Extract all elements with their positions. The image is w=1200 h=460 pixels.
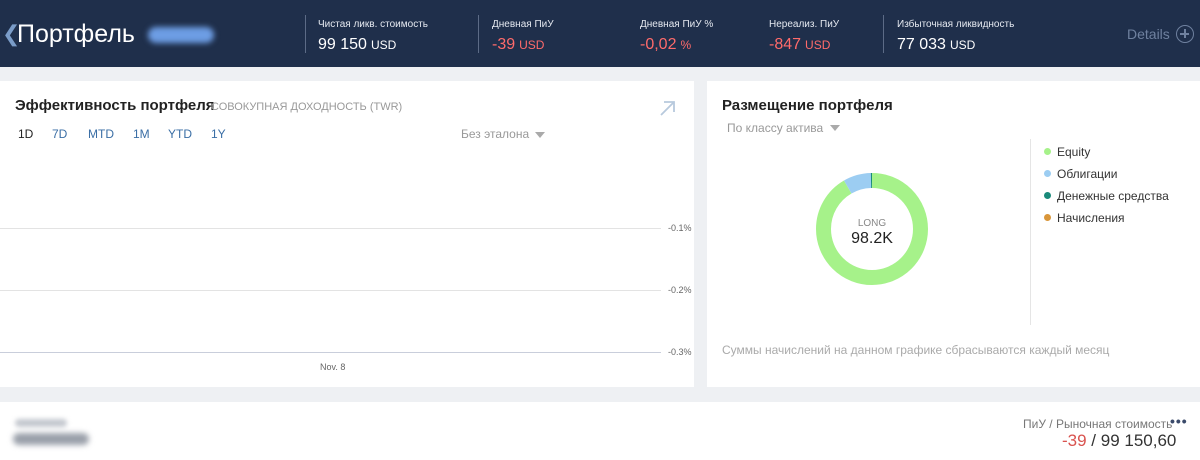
page-title: Портфель xyxy=(17,20,135,48)
legend-dot xyxy=(1044,214,1051,221)
legend-label: Облигации xyxy=(1057,167,1118,181)
stat-value: 77 033 xyxy=(897,36,946,53)
legend-label: Денежные средства xyxy=(1057,189,1169,203)
legend-label: Equity xyxy=(1057,145,1091,159)
allocation-title: Размещение портфеля xyxy=(722,97,893,114)
x-tick-label: Nov. 8 xyxy=(320,362,346,372)
add-circle-icon[interactable] xyxy=(1176,25,1194,43)
performance-subtitle: СОВОКУПНАЯ ДОХОДНОСТЬ (TWR) xyxy=(211,101,403,113)
stat-daily-pnl-percent: Дневная ПиУ % -0,02% xyxy=(640,19,713,55)
stat-unit: USD xyxy=(370,38,397,52)
y-tick-label: -0.2% xyxy=(668,285,692,295)
header-divider xyxy=(478,15,479,53)
header-divider xyxy=(883,15,884,53)
stat-value: -0,02 xyxy=(640,36,677,53)
legend-dot xyxy=(1044,192,1051,199)
stat-excess-liquidity: Избыточная ликвидность 77 033 USD xyxy=(897,19,1014,55)
stat-label: Нереализ. ПиУ xyxy=(769,19,840,30)
pnl-market-value: -39 / 99 150,60 xyxy=(1062,431,1176,451)
donut-center-value: 98.2K xyxy=(851,230,893,247)
header-divider xyxy=(305,15,306,53)
account-number-redacted xyxy=(13,433,89,445)
legend-divider xyxy=(1030,139,1031,325)
legend-item-bonds[interactable]: Облигации xyxy=(1044,167,1117,181)
allocation-panel: Размещение портфеля По классу актива LON… xyxy=(707,81,1200,387)
stat-label: Избыточная ликвидность xyxy=(897,19,1015,30)
value-separator: / xyxy=(1086,431,1101,450)
stat-unit: USD xyxy=(805,38,831,52)
legend-item-cash[interactable]: Денежные средства xyxy=(1044,189,1169,203)
pnl-value: -39 xyxy=(1062,431,1087,450)
market-value: 99 150,60 xyxy=(1100,431,1177,450)
stat-value: -847 xyxy=(769,36,802,53)
stat-label: Дневная ПиУ xyxy=(492,19,554,30)
range-1m[interactable]: 1M xyxy=(133,127,150,141)
donut-slice-0[interactable] xyxy=(816,173,928,285)
performance-title: Эффективность портфеля xyxy=(15,97,215,114)
expand-arrow-icon[interactable] xyxy=(658,98,678,118)
range-mtd[interactable]: MTD xyxy=(88,127,114,141)
chevron-down-icon[interactable] xyxy=(830,125,840,131)
stat-label: Чистая ликв. стоимость xyxy=(318,19,428,30)
stat-unit: USD xyxy=(949,38,976,52)
stat-net-liquidation: Чистая ликв. стоимость 99 150 USD xyxy=(318,19,428,55)
allocation-donut-chart xyxy=(816,173,928,285)
performance-panel: Эффективность портфеля СОВОКУПНАЯ ДОХОДН… xyxy=(0,81,694,387)
range-1d[interactable]: 1D xyxy=(18,127,33,141)
chart-baseline xyxy=(0,352,661,353)
stat-unrealized-pnl: Нереализ. ПиУ -847 USD xyxy=(769,19,839,55)
y-tick-label: -0.3% xyxy=(668,347,692,357)
legend-item-equity[interactable]: Equity xyxy=(1044,145,1090,159)
donut-center-label: LONG xyxy=(857,218,887,229)
account-id-redacted xyxy=(148,27,214,43)
chevron-down-icon[interactable] xyxy=(535,132,545,138)
account-name-redacted xyxy=(15,419,67,427)
pnl-market-value-label: ПиУ / Рыночная стоимость xyxy=(1023,417,1173,431)
portfolio-header: ❮ Портфель Чистая ликв. стоимость 99 150… xyxy=(0,0,1200,67)
legend-item-accruals[interactable]: Начисления xyxy=(1044,211,1125,225)
chart-gridline xyxy=(0,228,661,229)
asset-class-select[interactable]: По классу актива xyxy=(727,121,823,135)
stat-value: 99 150 xyxy=(318,36,367,53)
accruals-note: Суммы начислений на данном графике сбрас… xyxy=(722,343,1110,357)
stat-daily-pnl: Дневная ПиУ -39 USD xyxy=(492,19,554,55)
range-1y[interactable]: 1Y xyxy=(211,127,226,141)
more-options-icon[interactable]: ••• xyxy=(1170,413,1188,429)
range-7d[interactable]: 7D xyxy=(52,127,67,141)
chart-gridline xyxy=(0,290,661,291)
details-button[interactable]: Details xyxy=(1127,25,1170,43)
stat-unit: USD xyxy=(519,38,545,52)
account-summary-row: ПиУ / Рыночная стоимость ••• -39 / 99 15… xyxy=(0,402,1200,460)
range-ytd[interactable]: YTD xyxy=(168,127,192,141)
benchmark-select[interactable]: Без эталона xyxy=(461,127,529,141)
legend-dot xyxy=(1044,148,1051,155)
stat-value: -39 xyxy=(492,36,516,53)
y-tick-label: -0.1% xyxy=(668,223,692,233)
stat-unit: % xyxy=(680,38,692,52)
legend-dot xyxy=(1044,170,1051,177)
legend-label: Начисления xyxy=(1057,211,1125,225)
stat-label: Дневная ПиУ % xyxy=(640,19,714,30)
